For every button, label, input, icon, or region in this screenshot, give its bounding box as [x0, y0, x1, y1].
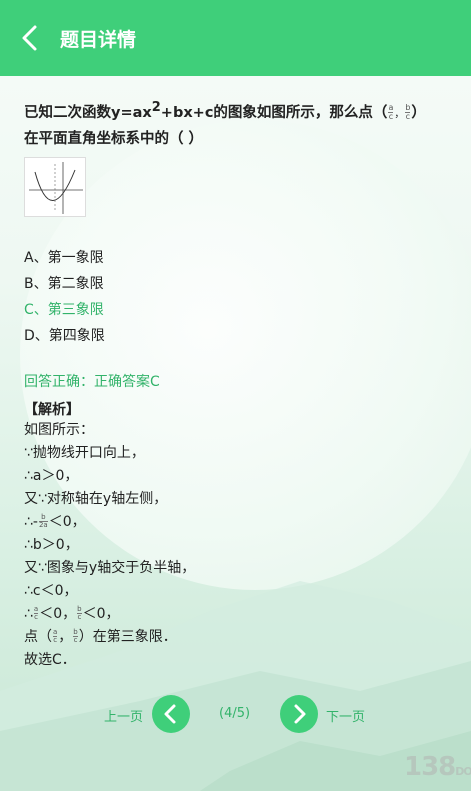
question-part: 已知二次函数y=ax: [24, 104, 152, 121]
analysis-line: ∵抛物线开口向上，: [24, 444, 145, 461]
analysis-line: 如图所示：: [24, 421, 94, 438]
fraction-b-over-c: bc: [77, 606, 82, 622]
watermark-logo: 138DOWN: [404, 752, 471, 782]
page-title: 题目详情: [60, 28, 137, 51]
question-part: +bx+c的图象如图所示，那么点（: [160, 104, 388, 121]
next-page-label[interactable]: 下一页: [326, 706, 365, 725]
analysis-line: 点（ a c， b c ）在第三象限．: [24, 626, 444, 649]
analysis-part: ∴-: [24, 513, 38, 530]
option-b[interactable]: B、第二象限: [24, 271, 444, 297]
analysis-part: ）在第三象限．: [78, 628, 177, 645]
question-text: 已知二次函数y=ax2+bx+c的图象如图所示，那么点（ a c， b c） 在平面直角…: [24, 96, 444, 151]
analysis-line: ∴- b 2a ＜0，: [24, 511, 444, 534]
watermark-word: DOWN: [455, 765, 471, 778]
option-c[interactable]: C、第三象限: [24, 297, 444, 323]
analysis-line: ∴c＜0，: [24, 582, 78, 599]
analysis-part: ∴: [24, 605, 33, 622]
fraction-denominator: c: [388, 112, 394, 122]
watermark-number: 138: [404, 752, 456, 782]
analysis-title: 【解析】: [24, 401, 80, 418]
fraction-b-over-c: bc: [405, 104, 411, 122]
chevron-left-icon: [164, 704, 176, 724]
fraction-a-over-c: ac: [388, 104, 394, 122]
options-list: A、第一象限 B、第二象限 C、第三象限 D、第四象限: [24, 245, 444, 349]
fraction-b-over-2a: b 2a: [38, 514, 48, 530]
fraction-denominator: c: [73, 636, 78, 645]
question-part: 在平面直角坐标系中的（ ）: [24, 130, 204, 147]
app-header: 题目详情: [0, 0, 471, 76]
analysis-line: ∴a＞0，: [24, 467, 79, 484]
analysis-line: ∴ a c ＜0， b c ＜0，: [24, 603, 444, 626]
fraction-denominator: c: [77, 613, 82, 622]
analysis-part: ＜0，: [48, 513, 86, 530]
fraction-a-over-c: ac: [53, 629, 58, 645]
page-indicator: (4/5): [219, 706, 251, 721]
analysis-part: ＜0，: [82, 605, 120, 622]
fraction-denominator: c: [53, 636, 58, 645]
question-part: ）: [411, 104, 426, 121]
analysis-part: ＜0，: [39, 605, 77, 622]
prev-page-button[interactable]: [152, 695, 190, 733]
analysis-line: ∴b＞0，: [24, 536, 79, 553]
next-page-button[interactable]: [280, 695, 318, 733]
chevron-right-icon: [294, 704, 306, 724]
question-part: ，: [394, 108, 405, 120]
analysis-line: 故选C．: [24, 651, 76, 668]
analysis-line: 又∵对称轴在y轴左侧，: [24, 490, 168, 507]
fraction-b-over-c: bc: [73, 629, 78, 645]
fraction-denominator: 2a: [38, 521, 48, 530]
analysis-body: 如图所示： ∵抛物线开口向上， ∴a＞0， 又∵对称轴在y轴左侧， ∴- b 2a ＜…: [24, 419, 444, 672]
answer-result: 回答正确：正确答案C: [24, 373, 160, 390]
analysis-line: 又∵图象与y轴交于负半轴，: [24, 559, 196, 576]
question-content: 已知二次函数y=ax2+bx+c的图象如图所示，那么点（ a c， b c） 在平面直角…: [24, 96, 444, 672]
analysis-part: 点（: [24, 628, 52, 645]
back-button[interactable]: [0, 0, 60, 76]
fraction-a-over-c: ac: [33, 606, 39, 622]
parabola-graph: [24, 156, 86, 217]
option-d[interactable]: D、第四象限: [24, 323, 444, 349]
pagination-bar: 上一页 (4/5) 下一页: [0, 695, 471, 735]
exponent: 2: [151, 100, 161, 115]
fraction-denominator: c: [405, 112, 411, 122]
chevron-left-icon: [22, 25, 37, 51]
prev-page-label[interactable]: 上一页: [104, 706, 143, 725]
option-a[interactable]: A、第一象限: [24, 245, 444, 271]
fraction-denominator: c: [34, 613, 38, 622]
parabola-graph-image: [29, 161, 83, 214]
analysis-part: ，: [58, 628, 73, 645]
